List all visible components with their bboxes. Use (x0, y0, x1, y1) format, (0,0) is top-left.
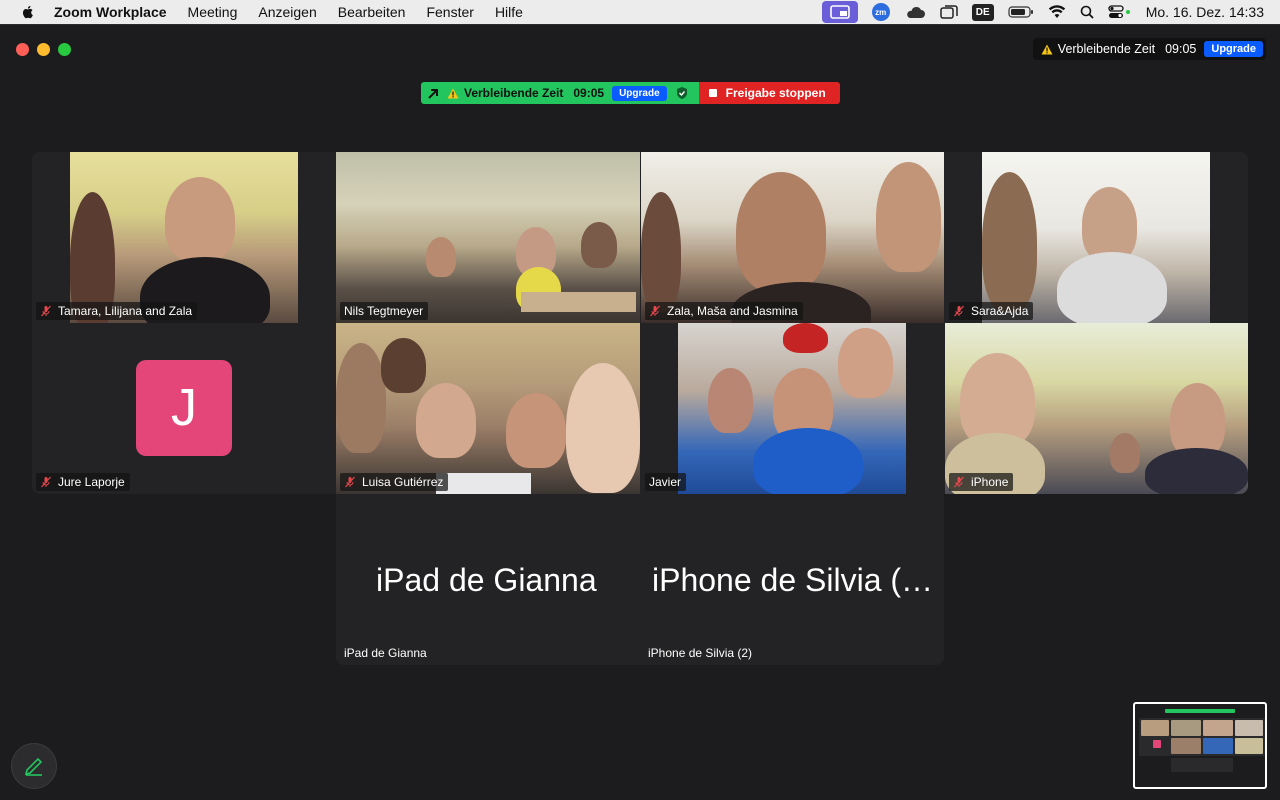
stop-sharing-label: Freigabe stoppen (725, 86, 826, 100)
video-tile-zala[interactable]: Zala, Maša and Jasmina (641, 152, 944, 323)
shield-icon[interactable] (675, 86, 689, 100)
share-arrow-icon[interactable] (427, 86, 441, 100)
warning-icon (447, 88, 459, 98)
video-feed (336, 323, 640, 494)
screen-share-toolbar: Verbleibende Zeit 09:05 Upgrade Freigabe… (421, 82, 840, 104)
participant-name-tag: iPad de Gianna (344, 646, 427, 660)
stop-sharing-button[interactable]: Freigabe stoppen (698, 82, 840, 104)
menu-app-name[interactable]: Zoom Workplace (54, 0, 167, 24)
muted-mic-icon (41, 476, 51, 488)
upgrade-button[interactable]: Upgrade (1204, 41, 1263, 57)
video-feed (70, 152, 298, 323)
pencil-icon (24, 757, 43, 776)
video-tile-iphone[interactable]: iPhone (945, 323, 1248, 494)
zoom-menubar-icon[interactable]: zm (871, 1, 890, 23)
battery-icon[interactable] (1008, 1, 1034, 23)
zoom-meeting-window: Verbleibende Zeit 09:05 Upgrade Verbleib… (0, 24, 1280, 800)
share-remaining-time-value: 09:05 (573, 86, 605, 100)
menubar-clock[interactable]: Mo. 16. Dez. 14:33 (1146, 4, 1264, 20)
search-icon[interactable] (1080, 1, 1094, 23)
participant-name-tag: Jure Laporje (36, 473, 130, 491)
share-upgrade-button[interactable]: Upgrade (612, 85, 667, 101)
cloud-icon[interactable] (904, 1, 926, 23)
control-center-icon[interactable] (1108, 1, 1132, 23)
video-tile-gianna[interactable]: iPad de Gianna iPad de Gianna (336, 494, 640, 665)
video-tile-javier[interactable]: Javier (641, 323, 944, 494)
participant-name-tag: Javier (645, 473, 687, 491)
windows-icon[interactable] (939, 1, 958, 23)
participant-display-name: iPad de Gianna (376, 562, 597, 598)
muted-mic-icon (650, 305, 660, 317)
apple-icon[interactable] (20, 4, 36, 20)
video-feed (641, 152, 944, 323)
close-window-button[interactable] (16, 43, 29, 56)
remaining-time-indicator: Verbleibende Zeit 09:05 Upgrade (1032, 38, 1266, 60)
participant-name-tag: Zala, Maša and Jasmina (645, 302, 803, 320)
muted-mic-icon (345, 476, 355, 488)
participant-name-tag: iPhone de Silvia (2) (648, 646, 753, 660)
participant-name-tag: Sara&Ajda (949, 302, 1034, 320)
fullscreen-window-button[interactable] (58, 43, 71, 56)
annotate-button[interactable] (11, 743, 57, 789)
video-tile-nils[interactable]: Nils Tegtmeyer (336, 152, 640, 323)
wifi-icon[interactable] (1048, 1, 1066, 23)
avatar: J (136, 360, 232, 456)
warning-icon (1041, 44, 1053, 54)
participant-display-name: iPhone de Silvia (… (652, 562, 934, 598)
menu-anzeigen[interactable]: Anzeigen (258, 0, 316, 24)
menu-fenster[interactable]: Fenster (426, 0, 473, 24)
participant-name-tag: iPhone (949, 473, 1014, 491)
video-tile-sara[interactable]: Sara&Ajda (945, 152, 1248, 323)
menu-hilfe[interactable]: Hilfe (495, 0, 523, 24)
participant-name-tag: Tamara, Lilijana and Zala (36, 302, 198, 320)
menubar-status-area: zm DE Mo. 16. Dez. 14:33 (808, 0, 1264, 24)
minimize-window-button[interactable] (37, 43, 50, 56)
video-feed (678, 323, 906, 494)
share-remaining-time-label: Verbleibende Zeit (464, 86, 564, 100)
muted-mic-icon (954, 476, 964, 488)
window-controls (16, 43, 71, 56)
video-tile-luisa[interactable]: Luisa Gutiérrez (336, 323, 640, 494)
menu-bearbeiten[interactable]: Bearbeiten (338, 0, 406, 24)
remaining-time-value: 09:05 (1165, 42, 1197, 56)
share-info-section: Verbleibende Zeit 09:05 Upgrade (421, 82, 699, 104)
video-tile-tamara[interactable]: Tamara, Lilijana and Zala (32, 152, 335, 323)
muted-mic-icon (954, 305, 964, 317)
video-feed (945, 323, 1248, 494)
muted-mic-icon (41, 305, 51, 317)
video-feed (982, 152, 1210, 323)
video-tile-jure[interactable]: J Jure Laporje (32, 323, 335, 494)
video-tile-silvia[interactable]: iPhone de Silvia (… iPhone de Silvia (2) (640, 494, 944, 665)
menu-bar: Zoom Workplace Meeting Anzeigen Bearbeit… (0, 0, 1280, 24)
screen-share-status-icon[interactable] (821, 1, 858, 23)
stop-icon (708, 89, 717, 97)
share-preview-thumbnail[interactable] (1133, 702, 1267, 789)
menu-meeting[interactable]: Meeting (188, 0, 238, 24)
participant-name-tag: Luisa Gutiérrez (340, 473, 449, 491)
video-feed (336, 152, 640, 323)
input-source-icon[interactable]: DE (971, 1, 994, 23)
remaining-time-label: Verbleibende Zeit (1057, 42, 1156, 56)
participant-name-tag: Nils Tegtmeyer (340, 302, 429, 320)
